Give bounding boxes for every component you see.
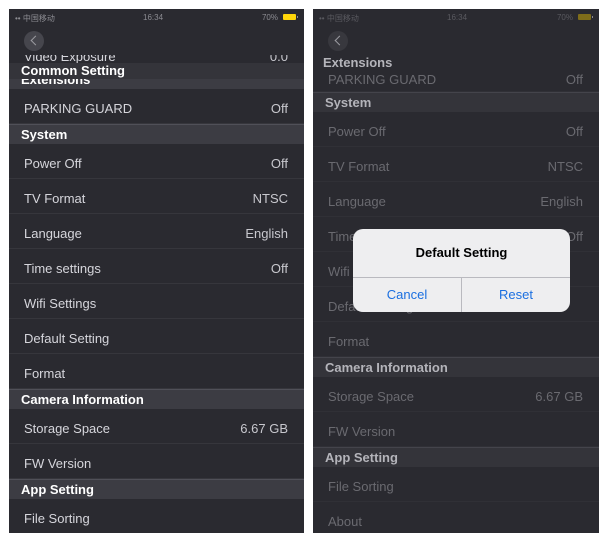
item-label: Time settings — [24, 261, 101, 276]
item-label: File Sorting — [24, 511, 90, 526]
item-label: About — [328, 514, 362, 529]
status-bar: •• 中国移动 16:34 70% — [9, 9, 304, 29]
carrier-label: •• 中国移动 — [319, 14, 359, 23]
status-bar: •• 中国移动 16:34 70% — [313, 9, 599, 29]
cancel-button[interactable]: Cancel — [353, 278, 461, 312]
item-value: English — [540, 194, 583, 209]
item-label: Storage Space — [24, 421, 111, 436]
item-value: Off — [565, 124, 583, 139]
nav-bar — [9, 29, 304, 55]
item-label: TV Format — [328, 159, 390, 174]
section-extensions: Extensions — [323, 55, 393, 70]
list-item-language[interactable]: Language English — [9, 214, 304, 249]
section-camera-information: Camera Information — [313, 357, 599, 377]
status-time: 16:34 — [447, 13, 468, 22]
back-icon[interactable] — [328, 31, 348, 51]
item-value: 6.67 GB — [535, 389, 583, 404]
list-item-default-setting[interactable]: Default Setting — [9, 319, 304, 354]
list-item-file-sorting[interactable]: File Sorting — [313, 467, 599, 502]
item-label: Power Off — [328, 124, 386, 139]
item-label: Language — [328, 194, 386, 209]
alert-buttons: Cancel Reset — [353, 278, 570, 312]
item-label: PARKING GUARD — [328, 72, 437, 87]
battery-percent: 70% — [556, 13, 573, 22]
list-item-parking-guard[interactable]: PARKING GUARD Off — [313, 71, 599, 92]
settings-screen-left: •• 中国移动 16:34 70% Video Exposure 0.0 Com… — [9, 9, 304, 533]
item-label: File Sorting — [328, 479, 394, 494]
item-value: NTSC — [547, 159, 583, 174]
battery-icon — [578, 14, 593, 20]
item-label: Language — [24, 226, 82, 241]
section-common-setting: Common Setting — [9, 63, 304, 79]
list-item-fw-version[interactable]: FW Version — [9, 444, 304, 479]
list-item-format[interactable]: Format — [9, 354, 304, 389]
alert-title: Default Setting — [353, 229, 570, 278]
item-label: Default Setting — [24, 331, 110, 346]
section-app-setting: App Setting — [9, 479, 304, 499]
list-item-about[interactable]: About — [313, 502, 599, 533]
list-item-storage-space[interactable]: Storage Space 6.67 GB — [9, 409, 304, 444]
item-value: Off — [270, 261, 288, 276]
item-label: Storage Space — [328, 389, 415, 404]
back-icon[interactable] — [24, 31, 44, 51]
reset-button[interactable]: Reset — [461, 278, 570, 312]
list-item-tv-format[interactable]: TV Format NTSC — [9, 179, 304, 214]
item-value: Off — [565, 72, 583, 87]
item-value: Off — [270, 156, 288, 171]
list-item-format[interactable]: Format — [313, 322, 599, 357]
item-label: TV Format — [24, 191, 86, 206]
list-item-storage-space[interactable]: Storage Space 6.67 GB — [313, 377, 599, 412]
item-value: NTSC — [252, 191, 288, 206]
item-label: Format — [24, 366, 66, 381]
list-item-time-settings[interactable]: Time settings Off — [9, 249, 304, 284]
status-time: 16:34 — [143, 13, 164, 22]
section-system: System — [313, 92, 599, 112]
list-item-power-off[interactable]: Power Off Off — [9, 144, 304, 179]
item-value: Off — [270, 101, 288, 116]
item-label: Format — [328, 334, 370, 349]
carrier-label: •• 中国移动 — [15, 14, 55, 23]
section-camera-information: Camera Information — [9, 389, 304, 409]
section-system: System — [9, 124, 304, 144]
item-value: 6.67 GB — [240, 421, 288, 436]
nav-bar — [313, 29, 599, 55]
battery-percent: 70% — [261, 13, 278, 22]
item-label: PARKING GUARD — [24, 101, 133, 116]
section-app-setting: App Setting — [313, 447, 599, 467]
item-value: English — [245, 226, 288, 241]
item-label: FW Version — [24, 456, 92, 471]
list-item-fw-version[interactable]: FW Version — [313, 412, 599, 447]
item-label: Wifi Settings — [24, 296, 97, 311]
list-item-parking-guard[interactable]: PARKING GUARD Off — [9, 89, 304, 124]
item-label: Power Off — [24, 156, 82, 171]
list-item-file-sorting[interactable]: File Sorting — [9, 499, 304, 533]
item-label: FW Version — [328, 424, 396, 439]
list-item-wifi-settings[interactable]: Wifi Settings — [9, 284, 304, 319]
list-item-power-off[interactable]: Power Off Off — [313, 112, 599, 147]
list-item-tv-format[interactable]: TV Format NTSC — [313, 147, 599, 182]
default-setting-alert: Default Setting Cancel Reset — [353, 229, 570, 312]
list-item-language[interactable]: Language English — [313, 182, 599, 217]
settings-screen-right: •• 中国移动 16:34 70% Extensions PARKING GUA… — [313, 9, 599, 533]
battery-icon — [283, 14, 298, 20]
